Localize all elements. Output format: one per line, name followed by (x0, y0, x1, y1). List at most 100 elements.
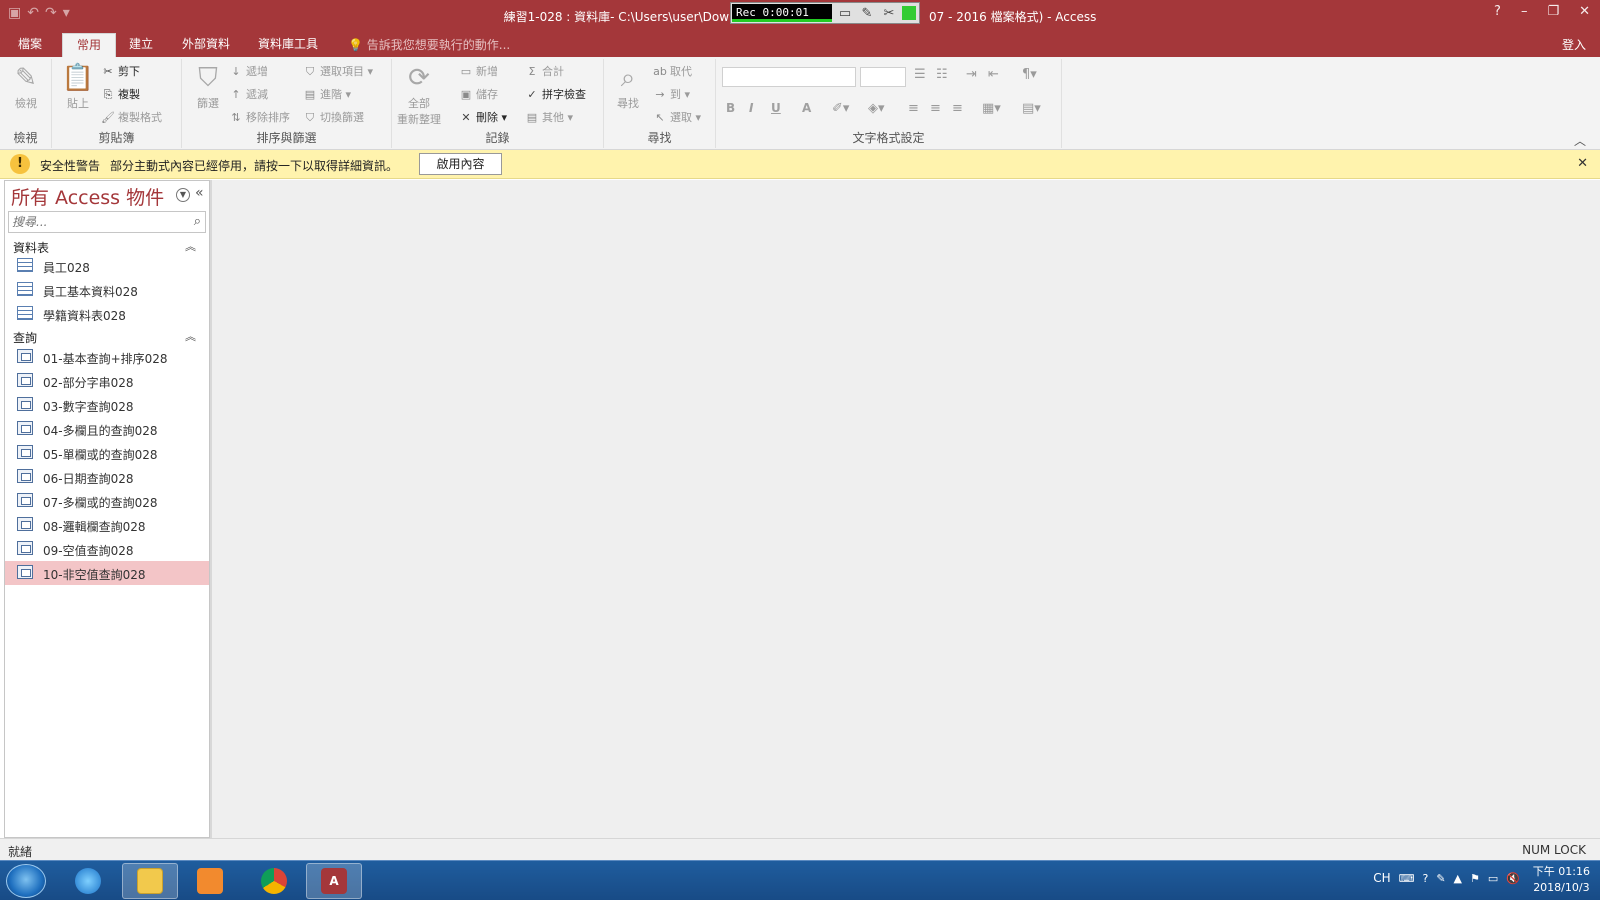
taskbar-chrome[interactable] (246, 863, 302, 899)
bold-button[interactable]: B (726, 101, 735, 115)
num-lock-indicator: NUM LOCK (1522, 843, 1586, 857)
pen-icon[interactable]: ✎ (858, 6, 876, 21)
advanced-button[interactable]: ▤ 進階 ▾ (302, 86, 351, 102)
clock[interactable]: 下午 01:16 2018/10/3 (1533, 864, 1590, 896)
action-center-flag-icon[interactable]: ⚑ (1470, 872, 1480, 885)
italic-button[interactable]: I (749, 101, 753, 115)
brush-icon: 🖌 (101, 111, 115, 124)
nav-query-item[interactable]: 01-基本查詢+排序028 (5, 345, 209, 369)
totals-button[interactable]: Σ 合計 (524, 63, 564, 79)
spelling-button[interactable]: ✓ 拼字檢查 (524, 86, 586, 102)
ascending-button[interactable]: ↓ 遞增 (228, 63, 268, 79)
font-color-button[interactable]: A (802, 101, 811, 115)
nav-table-item[interactable]: 員工028 (5, 254, 209, 278)
nav-query-item-selected[interactable]: 10-非空值查詢028 (5, 561, 209, 585)
keyboard-icon[interactable]: ⌨ (1399, 872, 1415, 885)
nav-table-item[interactable]: 員工基本資料028 (5, 278, 209, 302)
align-right-icon[interactable]: ≡ (952, 101, 963, 116)
save-record-button[interactable]: ▣ 儲存 (458, 86, 498, 102)
bullets-icon[interactable]: ☰ (914, 67, 926, 82)
nav-search-input[interactable] (12, 214, 182, 230)
tab-external-data[interactable]: 外部資料 (168, 33, 244, 57)
indent-icon[interactable]: ⇥ (966, 67, 977, 82)
nav-query-item[interactable]: 06-日期查詢028 (5, 465, 209, 489)
new-record-button[interactable]: ▭ 新增 (458, 63, 498, 79)
nav-menu-dropdown-icon[interactable]: ▼ (176, 188, 190, 202)
tab-database-tools[interactable]: 資料庫工具 (244, 33, 332, 57)
input-language[interactable]: CH (1373, 871, 1390, 885)
taskbar-explorer[interactable] (122, 863, 178, 899)
nav-query-item[interactable]: 07-多欄或的查詢028 (5, 489, 209, 513)
align-left-icon[interactable]: ≡ (908, 101, 919, 116)
tab-create[interactable]: 建立 (115, 33, 167, 57)
nav-query-item[interactable]: 03-數字查詢028 (5, 393, 209, 417)
goto-button[interactable]: → 到 ▾ (652, 86, 690, 102)
filter-button[interactable]: ⛉ 篩選 (186, 61, 230, 111)
stop-record-icon[interactable] (902, 6, 916, 20)
tab-file[interactable]: 檔案 (4, 33, 56, 57)
taskbar-media-player[interactable] (182, 863, 238, 899)
remove-sort-button[interactable]: ⇅ 移除排序 (228, 109, 290, 125)
view-button[interactable]: ✎ 檢視 (4, 61, 48, 111)
search-icon[interactable]: ⌕ (194, 214, 201, 229)
security-warning-message: 部分主動式內容已經停用，請按一下以取得詳細資訊。 (110, 159, 399, 173)
sign-in-link[interactable]: 登入 (1562, 36, 1586, 53)
alternate-row-color-icon[interactable]: ▤▾ (1022, 101, 1041, 116)
paste-button[interactable]: 📋 貼上 (56, 61, 100, 111)
close-warning-button[interactable]: ✕ (1577, 156, 1588, 171)
descending-button[interactable]: ↑ 遞減 (228, 86, 268, 102)
nav-query-item[interactable]: 05-單欄或的查詢028 (5, 441, 209, 465)
more-button[interactable]: ▤ 其他 ▾ (524, 109, 573, 125)
nav-query-item[interactable]: 09-空值查詢028 (5, 537, 209, 561)
show-hidden-icons-icon[interactable]: ▲ (1454, 872, 1462, 885)
collapse-ribbon-icon[interactable]: ︿ (1574, 132, 1586, 149)
restore-button[interactable]: ❐ (1547, 4, 1559, 19)
comment-icon[interactable]: ▭ (836, 6, 854, 21)
nav-query-item[interactable]: 02-部分字串028 (5, 369, 209, 393)
start-button[interactable] (6, 864, 46, 898)
align-center-icon[interactable]: ≡ (930, 101, 941, 116)
refresh-all-button[interactable]: ⟳ 全部 重新整理 (394, 61, 444, 127)
remove-sort-icon: ⇅ (231, 111, 241, 124)
gridlines-icon[interactable]: ▦▾ (982, 101, 1001, 116)
paragraph-direction-icon[interactable]: ¶▾ (1022, 67, 1037, 82)
help-button[interactable]: ? (1494, 4, 1501, 19)
find-button[interactable]: ⌕ 尋找 (606, 61, 650, 111)
collapse-section-icon[interactable]: ︽ (185, 328, 196, 344)
fill-color-icon[interactable]: ◈▾ (868, 101, 885, 116)
nav-query-item[interactable]: 04-多欄且的查詢028 (5, 417, 209, 441)
taskbar-ie[interactable] (60, 863, 116, 899)
section-tables[interactable]: 資料表 ︽ (5, 236, 209, 256)
nav-collapse-icon[interactable]: « (195, 185, 204, 201)
select-button[interactable]: ↖ 選取 ▾ (652, 109, 701, 125)
help-icon[interactable]: ? (1422, 872, 1428, 885)
underline-button[interactable]: U (771, 101, 781, 115)
network-icon[interactable]: ▭ (1488, 872, 1498, 885)
highlight-icon[interactable]: ✐▾ (832, 101, 849, 116)
pen-tray-icon[interactable]: ✎ (1436, 872, 1445, 885)
numbering-icon[interactable]: ☷ (936, 67, 948, 82)
enable-content-button[interactable]: 啟用內容 (419, 153, 502, 175)
nav-pane-title[interactable]: 所有 Access 物件 (11, 183, 164, 210)
copy-button[interactable]: ⎘ 複製 (100, 86, 140, 102)
delete-record-button[interactable]: ✕ 刪除 ▾ (458, 109, 507, 125)
tab-home[interactable]: 常用 (62, 33, 117, 57)
toggle-filter-button[interactable]: ⛉ 切換篩選 (302, 109, 364, 125)
volume-muted-icon[interactable]: 🔇 (1506, 872, 1520, 885)
font-size-box[interactable] (860, 67, 906, 87)
format-painter-button[interactable]: 🖌 複製格式 (100, 109, 162, 125)
close-button[interactable]: ✕ (1579, 4, 1590, 19)
font-name-box[interactable] (722, 67, 856, 87)
collapse-section-icon[interactable]: ︽ (185, 238, 196, 254)
selection-button[interactable]: ⛉ 選取項目 ▾ (302, 63, 373, 79)
cut-button[interactable]: ✂ 剪下 (100, 63, 140, 79)
nav-query-item[interactable]: 08-邏輯欄查詢028 (5, 513, 209, 537)
scissors-icon[interactable]: ✂ (880, 6, 898, 21)
outdent-icon[interactable]: ⇤ (988, 67, 999, 82)
section-queries[interactable]: 查詢 ︽ (5, 326, 209, 346)
tell-me-box[interactable]: 💡 告訴我您想要執行的動作... (348, 36, 510, 53)
nav-table-item[interactable]: 學籍資料表028 (5, 302, 209, 326)
replace-button[interactable]: ab 取代 (652, 63, 692, 79)
minimize-button[interactable]: – (1521, 4, 1528, 19)
taskbar-access[interactable]: A (306, 863, 362, 899)
